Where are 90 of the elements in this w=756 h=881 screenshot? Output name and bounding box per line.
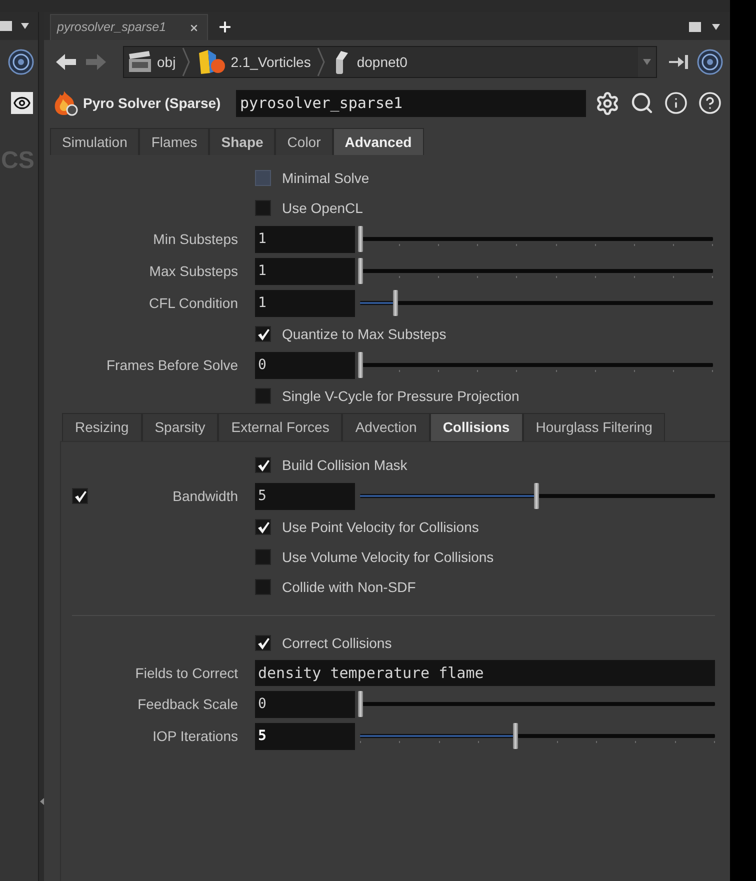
path-crumb[interactable]: dopnet0: [330, 47, 408, 77]
checkbox[interactable]: [255, 457, 271, 473]
info-icon[interactable]: [664, 91, 688, 115]
param-label: IOP Iterations: [152, 726, 238, 746]
caret-down-icon[interactable]: [21, 23, 29, 29]
path-crumb[interactable]: obj: [128, 47, 176, 77]
checkbox-label: Use Point Velocity for Collisions: [282, 518, 479, 537]
param-label: Feedback Scale: [138, 694, 238, 714]
value-field[interactable]: 5: [255, 722, 355, 750]
checkbox-label: Use OpenCL: [282, 198, 363, 218]
value-field[interactable]: 1: [255, 258, 355, 284]
tab[interactable]: Flames: [139, 128, 210, 155]
checkbox[interactable]: [255, 170, 271, 186]
checkbox-label: Use Volume Velocity for Collisions: [282, 548, 494, 567]
checkbox-label: Correct Collisions: [282, 634, 392, 652]
eye-icon[interactable]: [11, 92, 33, 114]
slider-handle[interactable]: [358, 352, 363, 378]
param-label: Bandwidth: [172, 486, 238, 506]
chevron-right-icon: [316, 47, 325, 77]
tab[interactable]: Simulation: [50, 128, 140, 155]
tab[interactable]: Sparsity: [142, 413, 218, 441]
param-label: Frames Before Solve: [106, 356, 238, 374]
checkbox[interactable]: [255, 519, 271, 535]
checkbox[interactable]: [255, 635, 271, 651]
check-icon: [256, 520, 270, 534]
check-icon: [256, 458, 270, 472]
checkbox[interactable]: [255, 388, 271, 404]
ring-icon[interactable]: [8, 49, 34, 75]
flame-icon: [52, 89, 80, 117]
slider-handle[interactable]: [358, 691, 363, 717]
node-type-label: Pyro Solver (Sparse): [83, 94, 221, 113]
node-name-field[interactable]: pyrosolver_sparse1: [236, 90, 586, 116]
slider[interactable]: [358, 723, 715, 749]
pane-tab[interactable]: pyrosolver_sparse1: [50, 14, 208, 40]
slider-handle[interactable]: [358, 226, 363, 252]
check-icon: [256, 636, 270, 650]
value-field[interactable]: 0: [255, 352, 355, 378]
checkbox-label: Quantize to Max Substeps: [282, 324, 446, 344]
tab[interactable]: Shape: [209, 128, 276, 155]
param-label: CFL Condition: [149, 294, 238, 312]
checkbox[interactable]: [255, 200, 271, 216]
close-icon[interactable]: [189, 22, 199, 32]
gear-icon[interactable]: [595, 90, 620, 116]
tab[interactable]: Collisions: [430, 413, 523, 441]
checkbox-label: Collide with Non-SDF: [282, 578, 416, 596]
value-field[interactable]: 5: [255, 482, 355, 510]
back-arrow-icon[interactable]: [55, 52, 77, 72]
param-label: Min Substeps: [153, 230, 238, 249]
slider[interactable]: [358, 691, 715, 717]
check-icon: [74, 490, 86, 502]
tab[interactable]: Advanced: [332, 128, 424, 155]
value-field[interactable]: 1: [255, 226, 355, 252]
checkbox-label: Single V-Cycle for Pressure Projection: [282, 386, 520, 406]
tab[interactable]: External Forces: [218, 413, 342, 441]
checkbox[interactable]: [72, 488, 88, 504]
slider-handle[interactable]: [393, 290, 398, 316]
chevron-right-icon: [182, 47, 190, 77]
path-crumb[interactable]: 2.1_Vorticles: [196, 47, 311, 77]
tab[interactable]: Advection: [342, 413, 430, 441]
checkbox[interactable]: [255, 549, 271, 565]
tab[interactable]: Hourglass Filtering: [522, 413, 666, 441]
slider[interactable]: [358, 226, 713, 252]
search-icon[interactable]: [630, 91, 654, 115]
tab[interactable]: Resizing: [62, 413, 142, 441]
slider-handle[interactable]: [358, 258, 363, 284]
param-label: Max Substeps: [149, 262, 238, 281]
dropdown-button[interactable]: [638, 47, 656, 77]
value-field[interactable]: 1: [255, 290, 355, 316]
slider[interactable]: [358, 352, 713, 378]
checkbox-label: Minimal Solve: [282, 168, 370, 188]
value-field[interactable]: 0: [255, 690, 355, 718]
help-icon[interactable]: [698, 91, 722, 115]
slider-handle[interactable]: [512, 723, 518, 749]
slider[interactable]: [358, 290, 713, 316]
checkbox[interactable]: [255, 579, 271, 595]
check-icon: [256, 328, 270, 340]
ring-icon[interactable]: [697, 49, 723, 75]
param-label: Fields to Correct: [135, 664, 238, 682]
path-field[interactable]: obj 2.1_Vorticles dopnet0: [123, 46, 657, 78]
clapperboard-icon: [128, 51, 152, 73]
plus-icon[interactable]: [217, 19, 233, 35]
caret-down-icon[interactable]: [712, 24, 720, 30]
tab[interactable]: Color: [275, 128, 333, 155]
text-field[interactable]: density temperature flame: [255, 660, 715, 686]
slider[interactable]: [358, 483, 715, 509]
forward-arrow-icon[interactable]: [85, 52, 107, 72]
slider[interactable]: [358, 258, 713, 284]
checkbox-label: Build Collision Mask: [282, 456, 408, 474]
checkbox[interactable]: [255, 326, 271, 342]
slider-handle[interactable]: [534, 483, 539, 509]
